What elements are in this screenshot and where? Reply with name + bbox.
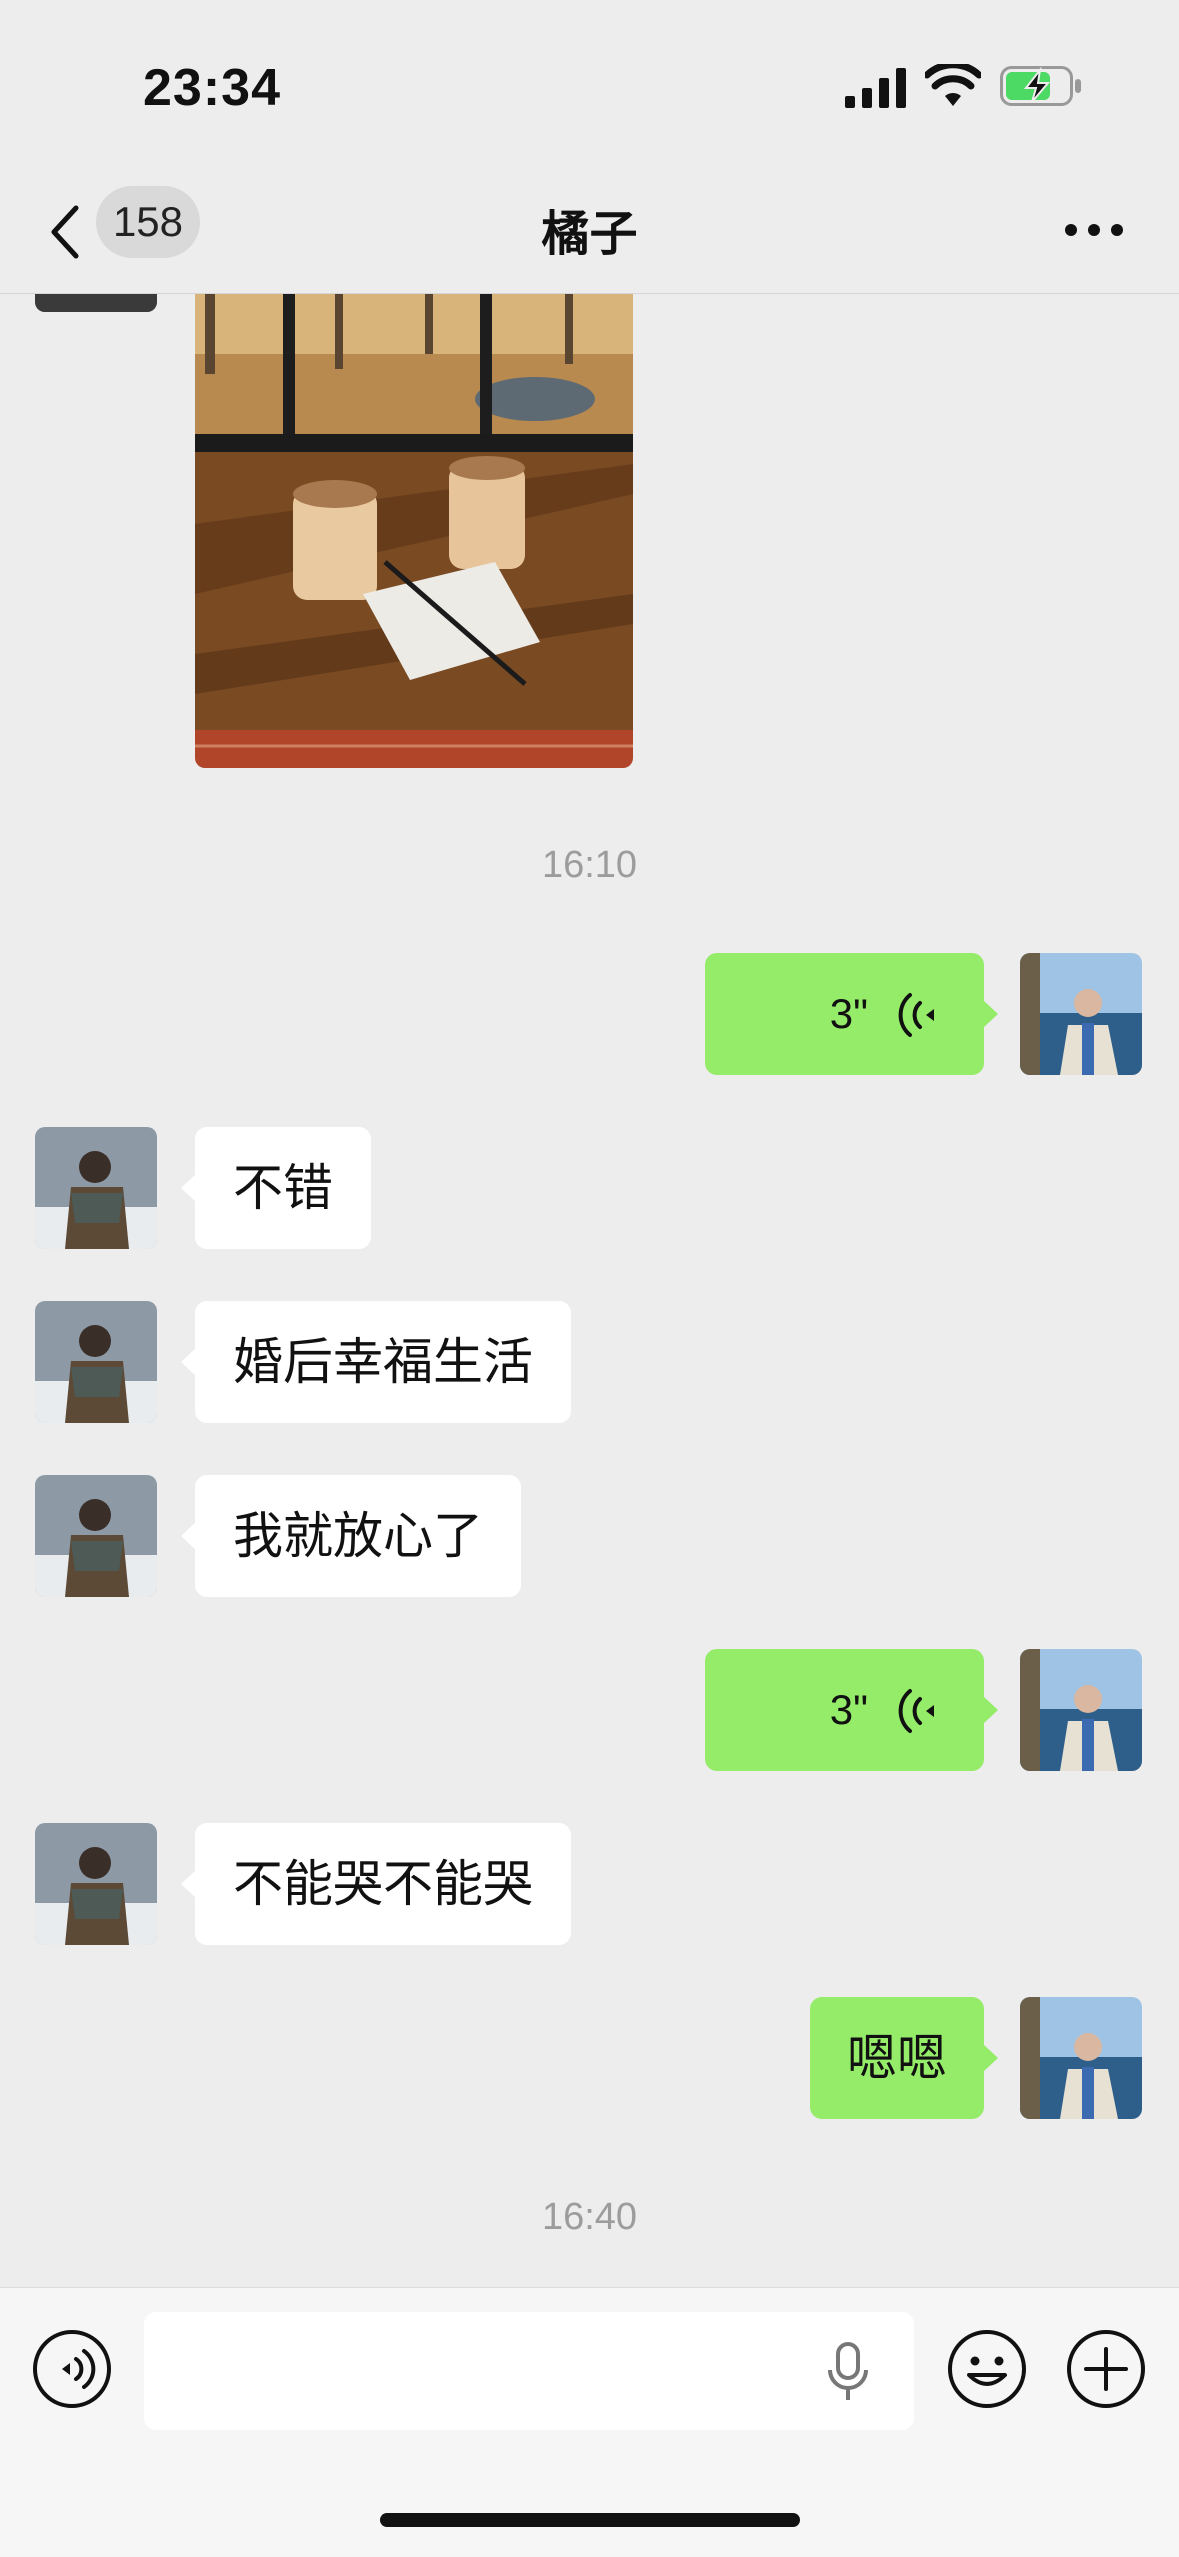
my-avatar[interactable] (1020, 1649, 1142, 1771)
emoji-icon[interactable] (947, 2329, 1027, 2409)
message-list[interactable]: 16:10 3" 不错 婚后幸福生活 我就放心了 3" 不能哭不能哭 嗯嗯 16… (0, 294, 1179, 2287)
contact-avatar[interactable] (35, 1823, 157, 1945)
timestamp: 16:10 (541, 844, 638, 886)
contact-avatar[interactable] (35, 294, 157, 312)
chat-title: 橘子 (541, 206, 638, 262)
message-text: 婚后幸福生活 (233, 1333, 533, 1391)
message-text: 嗯嗯 (847, 2029, 947, 2087)
voice-message-bubble[interactable]: 3" (705, 953, 998, 1075)
coffee-photo (195, 294, 633, 768)
message-text: 不能哭不能哭 (233, 1855, 533, 1913)
timestamp: 16:40 (541, 2196, 638, 2238)
status-bar: 23:34 (0, 0, 1179, 180)
message-text: 我就放心了 (233, 1507, 483, 1565)
my-avatar[interactable] (1020, 953, 1142, 1075)
text-message-bubble[interactable]: 嗯嗯 (810, 1997, 998, 2119)
microphone-icon[interactable] (826, 2342, 870, 2402)
contact-avatar[interactable] (35, 1127, 157, 1249)
message-input[interactable] (144, 2312, 914, 2430)
text-message-bubble[interactable]: 不错 (181, 1127, 371, 1249)
text-message-bubble[interactable]: 婚后幸福生活 (181, 1301, 571, 1423)
my-avatar[interactable] (1020, 1997, 1142, 2119)
voice-message-bubble[interactable]: 3" (705, 1649, 998, 1771)
wifi-icon (925, 64, 981, 106)
status-time: 23:34 (143, 59, 281, 117)
voice-wave-icon (898, 1689, 934, 1733)
contact-avatar[interactable] (35, 1475, 157, 1597)
home-indicator[interactable] (380, 2513, 800, 2527)
voice-wave-icon[interactable] (32, 2329, 112, 2409)
message-text: 不错 (233, 1159, 333, 1217)
voice-duration: 3" (829, 1686, 868, 1733)
cellular-signal-icon (845, 68, 906, 108)
more-dots-icon[interactable] (1064, 222, 1124, 238)
battery-charging-icon (1000, 66, 1081, 106)
voice-duration: 3" (829, 990, 868, 1037)
voice-wave-icon (898, 993, 934, 1037)
text-message-bubble[interactable]: 我就放心了 (181, 1475, 521, 1597)
plus-icon[interactable] (1066, 2329, 1146, 2409)
contact-avatar[interactable] (35, 1301, 157, 1423)
image-message[interactable] (195, 294, 633, 768)
text-message-bubble[interactable]: 不能哭不能哭 (181, 1823, 571, 1945)
